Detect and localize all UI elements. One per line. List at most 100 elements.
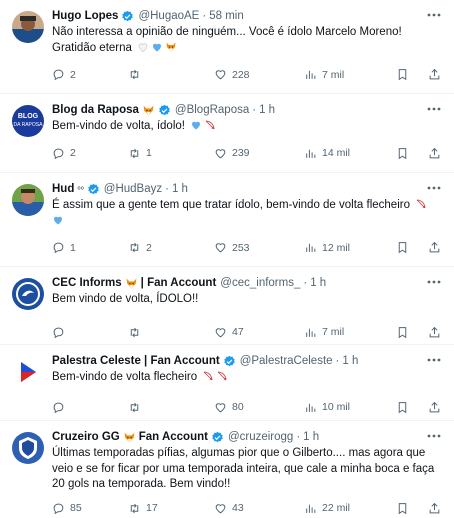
timestamp[interactable]: 1 h	[259, 103, 275, 118]
like-button[interactable]: 43	[214, 502, 244, 515]
share-icon	[429, 502, 440, 513]
reply-button[interactable]	[52, 326, 70, 339]
views-count: 7 mil	[322, 326, 345, 338]
views-button[interactable]: 10 mil	[304, 401, 350, 414]
tweet[interactable]: Palestra Celeste | Fan Account @Palestra…	[0, 345, 454, 421]
reply-button[interactable]: 2	[52, 147, 76, 160]
author-handle[interactable]: @HugaoAE	[138, 9, 199, 24]
avatar[interactable]: BLOG DA RAPOSA	[12, 105, 44, 137]
tweet-header: Hugo Lopes @HugaoAE · 58 min	[52, 9, 442, 24]
views-button[interactable]: 7 mil	[304, 68, 344, 81]
bow-and-arrow-icon	[204, 371, 213, 381]
bookmark-button[interactable]	[396, 326, 409, 339]
like-button[interactable]: 228	[214, 68, 250, 81]
retweet-button[interactable]: 17	[128, 502, 158, 515]
reply-button[interactable]	[52, 401, 70, 414]
separator-dot: ·	[202, 10, 207, 22]
separator-dot: ·	[335, 355, 340, 367]
more-options-icon[interactable]	[426, 102, 442, 116]
avatar[interactable]	[12, 184, 44, 216]
author-name[interactable]: CEC Informs	[52, 276, 122, 291]
timestamp[interactable]: 58 min	[209, 9, 244, 24]
heart-icon	[215, 70, 226, 80]
like-button[interactable]: 47	[214, 326, 244, 339]
avatar[interactable]	[12, 432, 44, 464]
more-options-icon[interactable]	[426, 181, 442, 195]
tweet[interactable]: CEC Informs | Fan Account @cec_informs_ …	[0, 267, 454, 345]
like-count: 239	[232, 147, 250, 159]
bookmark-icon	[398, 147, 407, 159]
more-options-icon[interactable]	[426, 275, 442, 289]
more-options-icon[interactable]	[426, 353, 442, 367]
author-name[interactable]: Hugo Lopes	[52, 9, 118, 24]
timestamp[interactable]: 1 h	[172, 182, 188, 197]
reply-button[interactable]: 85	[52, 502, 82, 515]
more-options-icon[interactable]	[426, 429, 442, 443]
verified-badge-icon	[212, 431, 223, 443]
author-handle[interactable]: @PalestraCeleste	[240, 354, 333, 369]
like-button[interactable]: 239	[214, 147, 250, 160]
avatar[interactable]	[12, 278, 44, 310]
like-button[interactable]: 253	[214, 241, 250, 254]
reply-button[interactable]: 1	[52, 241, 76, 254]
views-button[interactable]: 7 mil	[304, 326, 344, 339]
avatar[interactable]	[12, 356, 44, 388]
author-name[interactable]: Blog da Raposa	[52, 103, 139, 118]
share-button[interactable]	[428, 147, 441, 160]
svg-text:DA RAPOSA: DA RAPOSA	[14, 122, 44, 128]
views-button[interactable]: 22 mil	[304, 502, 350, 515]
reply-button[interactable]: 2	[52, 68, 76, 81]
author-handle[interactable]: @BlogRaposa	[175, 103, 249, 118]
fox-face-icon	[124, 432, 135, 443]
views-button[interactable]: 12 mil	[304, 241, 350, 254]
author-name[interactable]: Cruzeiro GG	[52, 430, 120, 445]
tweet-text: Não interessa a opinião de ninguém... Vo…	[52, 25, 442, 56]
bookmark-button[interactable]	[396, 502, 409, 515]
share-button[interactable]	[428, 68, 441, 81]
views-button[interactable]: 14 mil	[304, 147, 350, 160]
retweet-button[interactable]	[128, 326, 146, 339]
tweet-text-content: Bem-vindo de volta flecheiro	[52, 371, 198, 383]
tweet-header: Palestra Celeste | Fan Account @Palestra…	[52, 354, 442, 369]
retweet-button[interactable]	[128, 401, 146, 414]
tweet[interactable]: Cruzeiro GG Fan Account @cruzeirogg · 1 …	[0, 421, 454, 518]
timestamp[interactable]: 1 h	[310, 276, 326, 291]
author-handle[interactable]: @cec_informs_	[220, 276, 300, 291]
heart-icon	[215, 503, 226, 513]
more-options-icon[interactable]	[426, 8, 442, 22]
tweet[interactable]: Hugo Lopes @HugaoAE · 58 min Não interes…	[0, 0, 454, 94]
reply-count: 85	[70, 502, 82, 514]
avatar[interactable]	[12, 11, 44, 43]
timestamp[interactable]: 1 h	[342, 354, 358, 369]
like-button[interactable]: 80	[214, 401, 244, 414]
author-name-suffix[interactable]: Fan Account	[139, 430, 208, 445]
share-icon	[429, 68, 440, 80]
bookmark-button[interactable]	[396, 401, 409, 414]
share-button[interactable]	[428, 241, 441, 254]
timestamp[interactable]: 1 h	[303, 430, 319, 445]
author-handle[interactable]: @HudBayz	[104, 182, 162, 197]
reply-count: 2	[70, 68, 76, 81]
like-count: 228	[232, 68, 250, 81]
author-name[interactable]: Palestra Celeste | Fan Account	[52, 354, 220, 369]
heart-icon	[215, 402, 226, 412]
reply-icon	[53, 242, 64, 254]
share-button[interactable]	[428, 326, 441, 339]
tweet-actions: 2 1 239 14 mil	[52, 142, 442, 166]
tweet[interactable]: BLOG DA RAPOSA Blog da Raposa @BlogRaposa…	[0, 94, 454, 173]
retweet-button[interactable]: 2	[128, 241, 152, 254]
tweet-actions: 85 17 43 22 mil	[52, 497, 442, 518]
tweet[interactable]: Hud ⁰⁰ @HudBayz · 1 h É assim que a gent…	[0, 173, 454, 267]
author-name-suffix[interactable]: | Fan Account	[141, 276, 217, 291]
author-handle[interactable]: @cruzeirogg	[228, 430, 293, 445]
retweet-button[interactable]	[128, 68, 146, 81]
author-name[interactable]: Hud	[52, 182, 74, 197]
bookmark-button[interactable]	[396, 68, 409, 81]
share-button[interactable]	[428, 401, 441, 414]
retweet-button[interactable]: 1	[128, 147, 152, 160]
views-icon	[306, 504, 316, 513]
share-button[interactable]	[428, 502, 441, 515]
bookmark-button[interactable]	[396, 147, 409, 160]
bookmark-button[interactable]	[396, 241, 409, 254]
reply-icon	[53, 503, 64, 514]
